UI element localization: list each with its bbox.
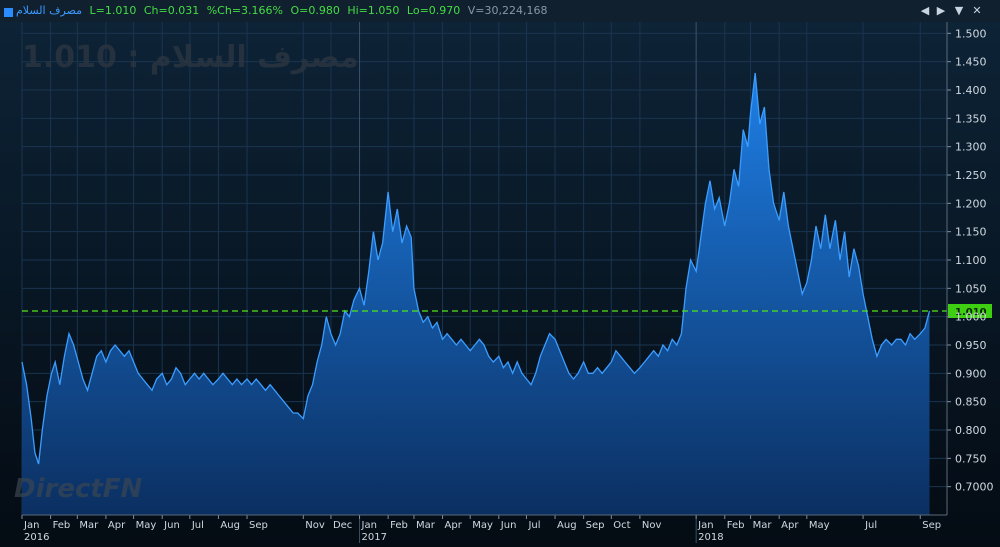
- y-tick-label: 1.250: [955, 169, 987, 182]
- y-tick-label: 0.950: [955, 339, 987, 352]
- x-tick-label: Apr: [108, 520, 126, 531]
- y-tick-label: 1.150: [955, 226, 987, 239]
- x-tick-label: Oct: [613, 520, 630, 531]
- x-tick-label: Feb: [53, 520, 71, 531]
- watermark-label: مصرف السلام: [149, 40, 359, 75]
- x-tick-label: Apr: [445, 520, 463, 531]
- x-year-label: 2016: [24, 532, 49, 543]
- x-tick-label: Jan: [361, 520, 377, 531]
- x-tick-label: Jan: [697, 520, 713, 531]
- x-tick-label: Jul: [864, 520, 877, 531]
- y-tick-label: 0.800: [955, 424, 987, 437]
- x-tick-label: Aug: [220, 520, 240, 531]
- quote-summary: مصرف السلام L=1.010 Ch=0.031 %Ch=3.166% …: [16, 4, 552, 18]
- x-tick-label: May: [809, 520, 830, 531]
- chart-header-bar: مصرف السلام L=1.010 Ch=0.031 %Ch=3.166% …: [0, 0, 1000, 23]
- y-tick-label: 1.000: [955, 311, 987, 324]
- chart-window: مصرف السلام L=1.010 Ch=0.031 %Ch=3.166% …: [0, 0, 1000, 547]
- series-color-swatch: [4, 8, 13, 17]
- x-tick-label: May: [472, 520, 493, 531]
- x-tick-label: Nov: [305, 520, 325, 531]
- y-tick-label: 0.7000: [955, 481, 994, 494]
- low-price: Lo=0.970: [406, 4, 461, 17]
- y-tick-label: 0.850: [955, 396, 987, 409]
- x-tick-label: Nov: [642, 520, 662, 531]
- watermark-title: مصرف السلام : 1.010: [22, 40, 359, 75]
- directfn-logo: DirectFN: [14, 474, 143, 504]
- x-tick-label: Apr: [781, 520, 799, 531]
- y-tick-label: 1.050: [955, 282, 987, 295]
- x-year-label: 2018: [698, 532, 723, 543]
- x-tick-label: Jul: [191, 520, 204, 531]
- x-tick-label: Sep: [586, 520, 605, 531]
- percent-change: %Ch=3.166%: [206, 4, 283, 17]
- y-tick-label: 0.750: [955, 452, 987, 465]
- instrument-name: مصرف السلام: [16, 4, 82, 17]
- y-tick-label: 1.500: [955, 27, 987, 40]
- y-tick-label: 1.350: [955, 112, 987, 125]
- high-price: Hi=1.050: [347, 4, 400, 17]
- close-icon[interactable]: ✕: [970, 3, 984, 19]
- price-chart[interactable]: 1.010 0.7000 0.750 0.800 0.850 0.900 0.950 1.0…: [0, 22, 1000, 547]
- triangle-left-icon[interactable]: ◀: [918, 3, 932, 19]
- triangle-down-icon[interactable]: ▼: [952, 3, 966, 19]
- y-tick-label: 1.100: [955, 254, 987, 267]
- x-year-label: 2017: [362, 532, 387, 543]
- x-tick-label: Sep: [249, 520, 268, 531]
- x-tick-label: Jun: [163, 520, 180, 531]
- y-tick-label: 1.200: [955, 197, 987, 210]
- volume: V=30,224,168: [467, 4, 548, 17]
- y-tick-label: 0.900: [955, 367, 987, 380]
- triangle-right-icon[interactable]: ▶: [934, 3, 948, 19]
- change-value: Ch=0.031: [143, 4, 200, 17]
- x-tick-label: Mar: [416, 520, 436, 531]
- watermark-sep: :: [116, 40, 150, 75]
- x-tick-label: Jun: [500, 520, 517, 531]
- x-tick-label: May: [136, 520, 157, 531]
- last-price: L=1.010: [89, 4, 137, 17]
- x-tick-label: Sep: [922, 520, 941, 531]
- y-tick-label: 1.450: [955, 56, 987, 69]
- watermark-value: 1.010: [22, 40, 117, 75]
- y-tick-label: 1.400: [955, 84, 987, 97]
- open-price: O=0.980: [290, 4, 340, 17]
- y-tick-label: 1.300: [955, 141, 987, 154]
- x-tick-label: Feb: [727, 520, 745, 531]
- x-tick-label: Dec: [333, 520, 352, 531]
- x-tick-label: Aug: [557, 520, 577, 531]
- x-tick-label: Jan: [23, 520, 39, 531]
- x-tick-label: Feb: [390, 520, 408, 531]
- x-tick-label: Mar: [79, 520, 99, 531]
- x-tick-label: Mar: [753, 520, 773, 531]
- x-tick-label: Jul: [527, 520, 540, 531]
